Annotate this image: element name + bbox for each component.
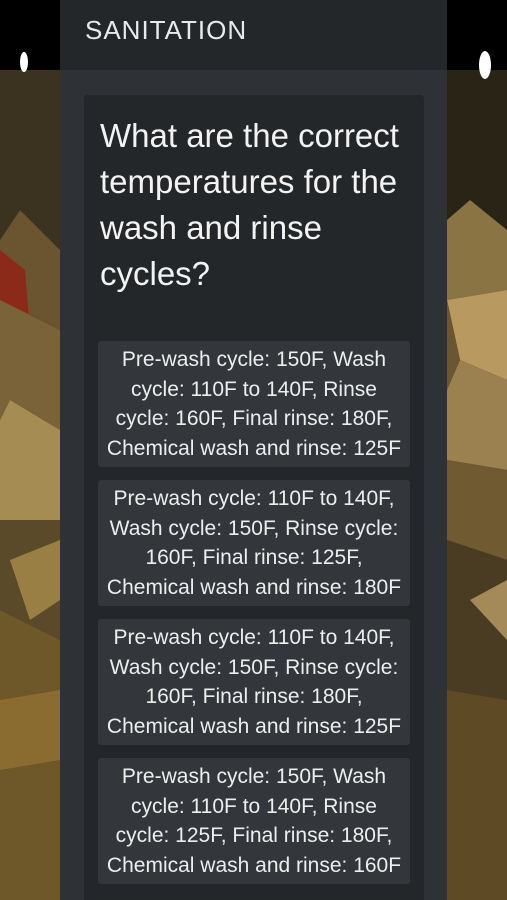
answer-option-1[interactable]: Pre-wash cycle: 150F, Wash cycle: 110F t… bbox=[98, 341, 410, 467]
answer-option-1-label: Pre-wash cycle: 150F, Wash cycle: 110F t… bbox=[106, 348, 402, 460]
answer-option-3[interactable]: Pre-wash cycle: 110F to 140F, Wash cycle… bbox=[98, 619, 410, 745]
answer-list: Pre-wash cycle: 150F, Wash cycle: 110F t… bbox=[98, 341, 410, 897]
answer-option-4[interactable]: Pre-wash cycle: 150F, Wash cycle: 110F t… bbox=[98, 758, 410, 884]
answer-option-2-label: Pre-wash cycle: 110F to 140F, Wash cycle… bbox=[106, 487, 402, 599]
question-text: What are the correct temperatures for th… bbox=[100, 117, 399, 292]
answer-option-3-label: Pre-wash cycle: 110F to 140F, Wash cycle… bbox=[106, 626, 402, 738]
question-card: What are the correct temperatures for th… bbox=[84, 95, 424, 900]
answer-option-2[interactable]: Pre-wash cycle: 110F to 140F, Wash cycle… bbox=[98, 480, 410, 606]
panel-header: SANITATION bbox=[60, 0, 447, 70]
quiz-panel: SANITATION What are the correct temperat… bbox=[60, 0, 447, 900]
category-title: SANITATION bbox=[85, 15, 248, 45]
answer-option-4-label: Pre-wash cycle: 150F, Wash cycle: 110F t… bbox=[106, 765, 402, 877]
